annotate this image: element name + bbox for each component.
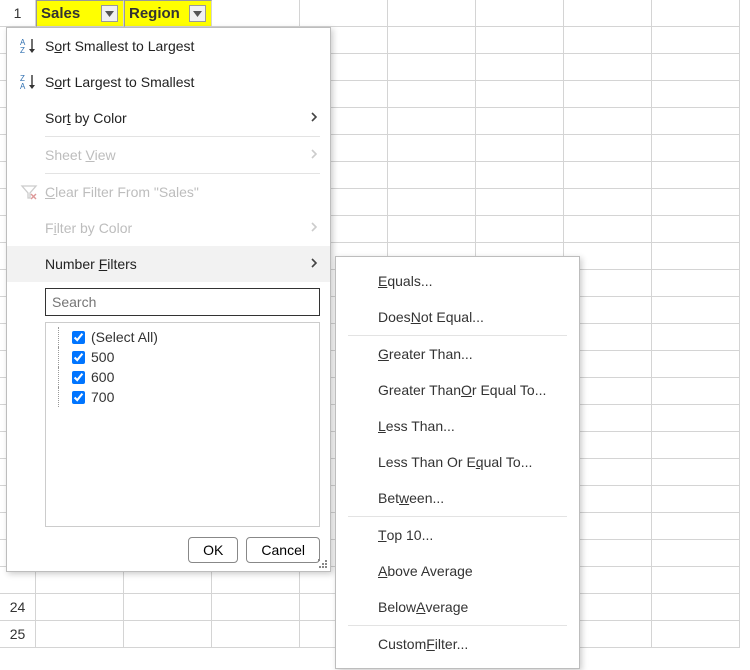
checkbox[interactable]: [72, 371, 85, 384]
column-header-sales[interactable]: Sales: [36, 0, 124, 27]
filter-search-input[interactable]: [45, 288, 320, 316]
filter-equals[interactable]: Equals...: [336, 263, 579, 299]
menu-label: Sort by Color: [43, 110, 302, 126]
column-header-region[interactable]: Region: [124, 0, 212, 27]
svg-text:A: A: [20, 82, 26, 91]
filter-value-label: 500: [91, 349, 114, 365]
sheet-view: Sheet View: [7, 137, 330, 173]
filter-below-average[interactable]: Below Average: [336, 589, 579, 625]
filter-between[interactable]: Between...: [336, 480, 579, 516]
cell[interactable]: [564, 0, 652, 27]
sort-by-color[interactable]: Sort by Color: [7, 100, 330, 136]
chevron-right-icon: [302, 220, 318, 236]
cell[interactable]: [652, 0, 740, 27]
ok-button[interactable]: OK: [188, 537, 238, 563]
filter-less-than[interactable]: Less Than...: [336, 408, 579, 444]
chevron-right-icon: [302, 256, 318, 272]
autofilter-dropdown: A Z Sort Smallest to Largest Z A Sort La…: [6, 27, 331, 572]
filter-value-item[interactable]: 600: [52, 367, 313, 387]
row-number[interactable]: 25: [0, 621, 36, 648]
menu-label: Sort Largest to Smallest: [43, 74, 318, 90]
sort-descending[interactable]: Z A Sort Largest to Smallest: [7, 64, 330, 100]
chevron-right-icon: [302, 110, 318, 126]
filter-greater-than[interactable]: Greater Than...: [336, 336, 579, 372]
sort-ascending-icon: A Z: [15, 37, 43, 55]
filter-greater-equal[interactable]: Greater Than Or Equal To...: [336, 372, 579, 408]
cancel-button[interactable]: Cancel: [246, 537, 320, 563]
menu-label: Filter by Color: [43, 220, 302, 236]
filter-values-list[interactable]: (Select All) 500 600 700: [45, 322, 320, 527]
filter-value-item[interactable]: 700: [52, 387, 313, 407]
filter-value-label: (Select All): [91, 329, 158, 345]
filter-top-10[interactable]: Top 10...: [336, 517, 579, 553]
row-number[interactable]: 24: [0, 594, 36, 621]
checkbox[interactable]: [72, 331, 85, 344]
number-filters[interactable]: Number Filters: [7, 246, 330, 282]
svg-text:Z: Z: [20, 46, 25, 55]
column-header-label: Region: [129, 5, 180, 22]
filter-value-label: 600: [91, 369, 114, 385]
menu-label: Number Filters: [43, 256, 302, 272]
filter-not-equal[interactable]: Does Not Equal...: [336, 299, 579, 335]
filter-above-average[interactable]: Above Average: [336, 553, 579, 589]
resize-grip[interactable]: [318, 559, 328, 569]
sort-ascending[interactable]: A Z Sort Smallest to Largest: [7, 28, 330, 64]
menu-label: Sort Smallest to Largest: [43, 38, 318, 54]
clear-filter: Clear Filter From "Sales": [7, 174, 330, 210]
filter-by-color: Filter by Color: [7, 210, 330, 246]
cell[interactable]: [476, 0, 564, 27]
clear-filter-icon: [15, 183, 43, 201]
sort-descending-icon: Z A: [15, 73, 43, 91]
row-number[interactable]: 1: [0, 0, 36, 27]
menu-label: Sheet View: [43, 147, 302, 163]
chevron-right-icon: [302, 147, 318, 163]
filter-less-equal[interactable]: Less Than Or Equal To...: [336, 444, 579, 480]
checkbox[interactable]: [72, 351, 85, 364]
column-header-label: Sales: [41, 5, 80, 22]
cell[interactable]: [212, 0, 300, 27]
checkbox[interactable]: [72, 391, 85, 404]
cell[interactable]: [388, 0, 476, 27]
filter-custom[interactable]: Custom Filter...: [336, 626, 579, 662]
menu-label: Clear Filter From "Sales": [43, 184, 318, 200]
filter-dropdown-button[interactable]: [189, 5, 206, 22]
filter-value-item[interactable]: 500: [52, 347, 313, 367]
filter-value-label: 700: [91, 389, 114, 405]
filter-value-select-all[interactable]: (Select All): [52, 327, 313, 347]
filter-dropdown-button[interactable]: [101, 5, 118, 22]
cell[interactable]: [300, 0, 388, 27]
number-filters-submenu: Equals... Does Not Equal... Greater Than…: [335, 256, 580, 669]
